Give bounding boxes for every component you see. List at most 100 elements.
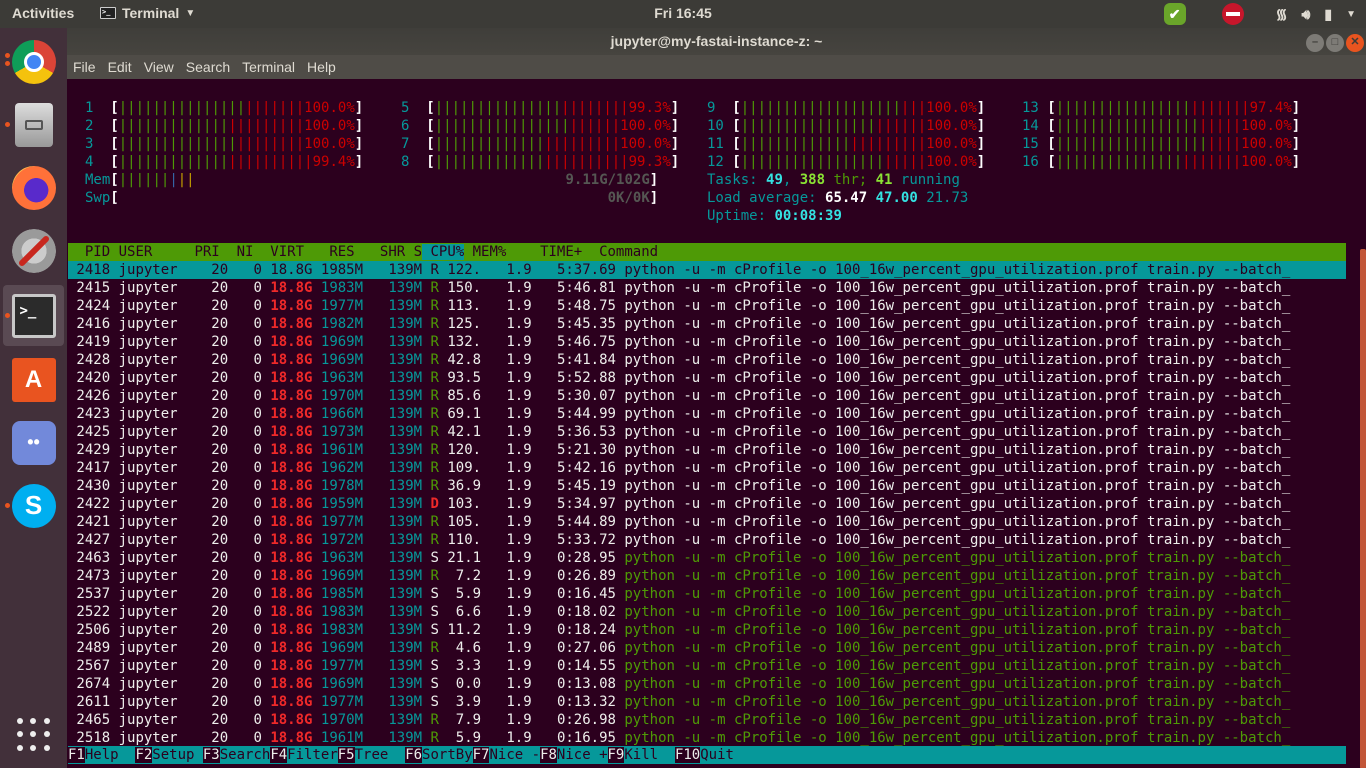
fkey-f9[interactable]: F9: [607, 747, 625, 763]
process-row[interactable]: 2425 jupyter 20 0 18.8G 1973M 139M R 42.…: [68, 423, 1346, 441]
process-row[interactable]: 2518 jupyter 20 0 18.8G 1961M 139M R 5.9…: [68, 729, 1346, 747]
process-row[interactable]: 2537 jupyter 20 0 18.8G 1985M 139M S 5.9…: [68, 585, 1346, 603]
process-row[interactable]: 2506 jupyter 20 0 18.8G 1983M 139M S 11.…: [68, 621, 1346, 639]
menu-terminal[interactable]: Terminal: [242, 55, 301, 79]
window-titlebar[interactable]: jupyter@my-fastai-instance-z: ~ – □ ✕: [67, 28, 1366, 55]
process-row[interactable]: 2489 jupyter 20 0 18.8G 1969M 139M R 4.6…: [68, 639, 1346, 657]
system-menu-chevron-icon[interactable]: ▼: [1346, 9, 1356, 20]
process-row[interactable]: 2422 jupyter 20 0 18.8G 1959M 139M D 103…: [68, 495, 1346, 513]
dock-item-terminal[interactable]: >_: [3, 285, 64, 346]
process-row[interactable]: 2415 jupyter 20 0 18.8G 1983M 139M R 150…: [68, 279, 1346, 297]
maximize-button[interactable]: □: [1326, 34, 1344, 52]
process-row[interactable]: 2463 jupyter 20 0 18.8G 1963M 139M S 21.…: [68, 549, 1346, 567]
process-row[interactable]: 2465 jupyter 20 0 18.8G 1970M 139M R 7.9…: [68, 711, 1346, 729]
column-header-virt[interactable]: VIRT: [253, 244, 304, 260]
fkey-label-f1[interactable]: Help: [85, 747, 136, 763]
column-header-s[interactable]: S: [405, 244, 422, 260]
process-row[interactable]: 2427 jupyter 20 0 18.8G 1972M 139M R 110…: [68, 531, 1346, 549]
show-applications-icon[interactable]: [17, 718, 51, 752]
column-header-pid[interactable]: PID: [68, 244, 110, 260]
dock-item-chrome[interactable]: [3, 31, 64, 92]
column-header-ni[interactable]: NI: [220, 244, 254, 260]
app-menu[interactable]: >_ Terminal ▼: [100, 5, 195, 21]
process-row[interactable]: 2567 jupyter 20 0 18.8G 1977M 139M S 3.3…: [68, 657, 1346, 675]
process-row[interactable]: 2420 jupyter 20 0 18.8G 1963M 139M R 93.…: [68, 369, 1346, 387]
process-row[interactable]: 2426 jupyter 20 0 18.8G 1970M 139M R 85.…: [68, 387, 1346, 405]
menu-search[interactable]: Search: [186, 55, 236, 79]
process-row[interactable]: 2417 jupyter 20 0 18.8G 1962M 139M R 109…: [68, 459, 1346, 477]
column-header-pri[interactable]: PRI: [186, 244, 219, 260]
column-header-command[interactable]: Command: [582, 244, 658, 260]
fkey-f3[interactable]: F3: [202, 747, 220, 763]
dock-item-settings[interactable]: [3, 220, 64, 281]
process-row[interactable]: 2429 jupyter 20 0 18.8G 1961M 139M R 120…: [68, 441, 1346, 459]
column-header-cpu[interactable]: CPU%: [422, 244, 465, 260]
process-row[interactable]: 2421 jupyter 20 0 18.8G 1977M 139M R 105…: [68, 513, 1346, 531]
process-row[interactable]: 2428 jupyter 20 0 18.8G 1969M 139M R 42.…: [68, 351, 1346, 369]
running-indicator: [5, 503, 10, 508]
mem-percent: 1.9: [481, 712, 532, 728]
fkey-label-f10[interactable]: Quit: [700, 747, 734, 763]
dock-item-firefox[interactable]: [3, 157, 64, 218]
fkey-label-f2[interactable]: Setup: [152, 747, 203, 763]
dock-item-discord[interactable]: ••: [3, 412, 64, 473]
menu-view[interactable]: View: [144, 55, 180, 79]
process-row[interactable]: 2419 jupyter 20 0 18.8G 1969M 139M R 132…: [68, 333, 1346, 351]
fkey-f8[interactable]: F8: [540, 747, 557, 763]
process-row[interactable]: 2473 jupyter 20 0 18.8G 1969M 139M R 7.2…: [68, 567, 1346, 585]
process-row[interactable]: 2418 jupyter 20 0 18.8G 1985M 139M R 122…: [68, 261, 1346, 279]
volume-icon[interactable]: 🔊︎: [1302, 6, 1311, 23]
column-header-time[interactable]: TIME+: [506, 244, 582, 260]
fkey-label-f8[interactable]: Nice +: [557, 747, 608, 763]
process-row[interactable]: 2611 jupyter 20 0 18.8G 1977M 139M S 3.9…: [68, 693, 1346, 711]
fkey-label-f6[interactable]: SortBy: [422, 747, 473, 763]
process-table-header[interactable]: PID USER PRI NI VIRT RES SHR S CPU% MEM%…: [68, 243, 1346, 261]
process-row[interactable]: 2522 jupyter 20 0 18.8G 1983M 139M S 6.6…: [68, 603, 1346, 621]
process-row[interactable]: 2424 jupyter 20 0 18.8G 1977M 139M R 113…: [68, 297, 1346, 315]
pid: 2518: [68, 730, 111, 746]
pid: 2567: [68, 658, 111, 674]
column-header-mem[interactable]: MEM%: [464, 244, 507, 260]
scrollbar-thumb[interactable]: [1360, 249, 1366, 768]
close-button[interactable]: ✕: [1346, 34, 1364, 52]
menu-edit[interactable]: Edit: [108, 55, 138, 79]
process-row[interactable]: 2423 jupyter 20 0 18.8G 1966M 139M R 69.…: [68, 405, 1346, 423]
fkey-f7[interactable]: F7: [472, 747, 490, 763]
fkey-label-f5[interactable]: Tree: [355, 747, 406, 763]
menu-help[interactable]: Help: [307, 55, 342, 79]
fkey-label-f7[interactable]: Nice -: [489, 747, 540, 763]
do-not-disturb-icon[interactable]: [1221, 3, 1244, 25]
wifi-icon[interactable]: ᯾: [1276, 5, 1288, 24]
fkey-label-f4[interactable]: Filter: [287, 747, 338, 763]
fkey-f4[interactable]: F4: [270, 747, 288, 763]
clock[interactable]: Fri 16:45: [654, 5, 712, 21]
fkey-f1[interactable]: F1: [68, 747, 85, 763]
dock-item-software[interactable]: A: [3, 349, 64, 410]
fkey-f10[interactable]: F10: [674, 747, 701, 763]
column-header-shr[interactable]: SHR: [355, 244, 405, 260]
nice: 0: [228, 406, 262, 422]
command: python -u -m cProfile -o 100_16w_percent…: [615, 352, 1291, 368]
scrollbar[interactable]: [1358, 79, 1366, 768]
column-header-res[interactable]: RES: [304, 244, 354, 260]
virt: 18.8G: [261, 334, 313, 350]
battery-icon[interactable]: ▮: [1324, 6, 1332, 23]
command: python -u -m cProfile -o 100_16w_percent…: [615, 568, 1291, 584]
menu-file[interactable]: File: [73, 55, 102, 79]
minimize-button[interactable]: –: [1306, 34, 1324, 52]
fkey-label-f9[interactable]: Kill: [624, 747, 675, 763]
process-row[interactable]: 2674 jupyter 20 0 18.8G 1969M 139M S 0.0…: [68, 675, 1346, 693]
dock-item-skype[interactable]: S: [3, 475, 64, 536]
activities-button[interactable]: Activities: [12, 5, 74, 21]
column-header-user[interactable]: USER: [110, 244, 186, 260]
fkey-f2[interactable]: F2: [135, 747, 153, 763]
check-indicator-icon[interactable]: ✔: [1163, 3, 1186, 25]
fkey-f5[interactable]: F5: [337, 747, 355, 763]
dock-item-files[interactable]: [3, 94, 64, 155]
process-row[interactable]: 2430 jupyter 20 0 18.8G 1978M 139M R 36.…: [68, 477, 1346, 495]
fkey-label-f3[interactable]: Search: [220, 747, 271, 763]
cpu-percent: 3.3: [438, 658, 482, 674]
fkey-f6[interactable]: F6: [405, 747, 423, 763]
terminal-area[interactable]: 1 [||||||||||||||||||||||100.0%] 2 [|||||…: [67, 79, 1366, 768]
process-row[interactable]: 2416 jupyter 20 0 18.8G 1982M 139M R 125…: [68, 315, 1346, 333]
